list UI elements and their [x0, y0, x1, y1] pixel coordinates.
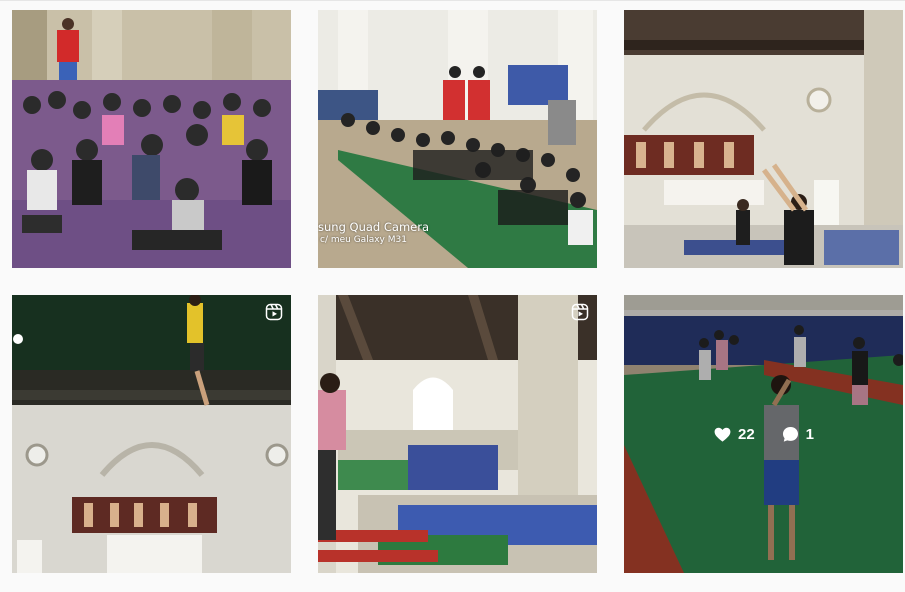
post-image-4 — [12, 295, 291, 573]
comment-bubble-icon — [782, 426, 798, 442]
post-tile-1[interactable] — [12, 10, 291, 268]
like-count-value: 22 — [737, 425, 755, 443]
reel-icon — [571, 303, 589, 321]
comment-count-value: 1 — [805, 425, 815, 443]
post-hover-overlay: 22 1 — [624, 295, 903, 573]
post-tile-5[interactable] — [318, 295, 597, 573]
post-tile-6[interactable]: 22 1 — [624, 295, 903, 573]
camera-watermark-line1: sung Quad Camera — [318, 220, 429, 234]
comment-count: 1 — [781, 425, 814, 444]
post-image-1 — [12, 10, 291, 268]
post-tile-2[interactable]: sung Quad Camera c/ meu Galaxy M31 — [318, 10, 597, 268]
post-tile-4[interactable] — [12, 295, 291, 573]
reel-icon — [265, 303, 283, 321]
post-image-5 — [318, 295, 597, 573]
post-image-3 — [624, 10, 903, 268]
post-tile-3[interactable] — [624, 10, 903, 268]
like-count: 22 — [713, 425, 755, 444]
camera-watermark-line2: c/ meu Galaxy M31 — [320, 235, 407, 245]
heart-icon — [714, 427, 731, 442]
post-grid: sung Quad Camera c/ meu Galaxy M31 22 1 — [0, 0, 905, 592]
